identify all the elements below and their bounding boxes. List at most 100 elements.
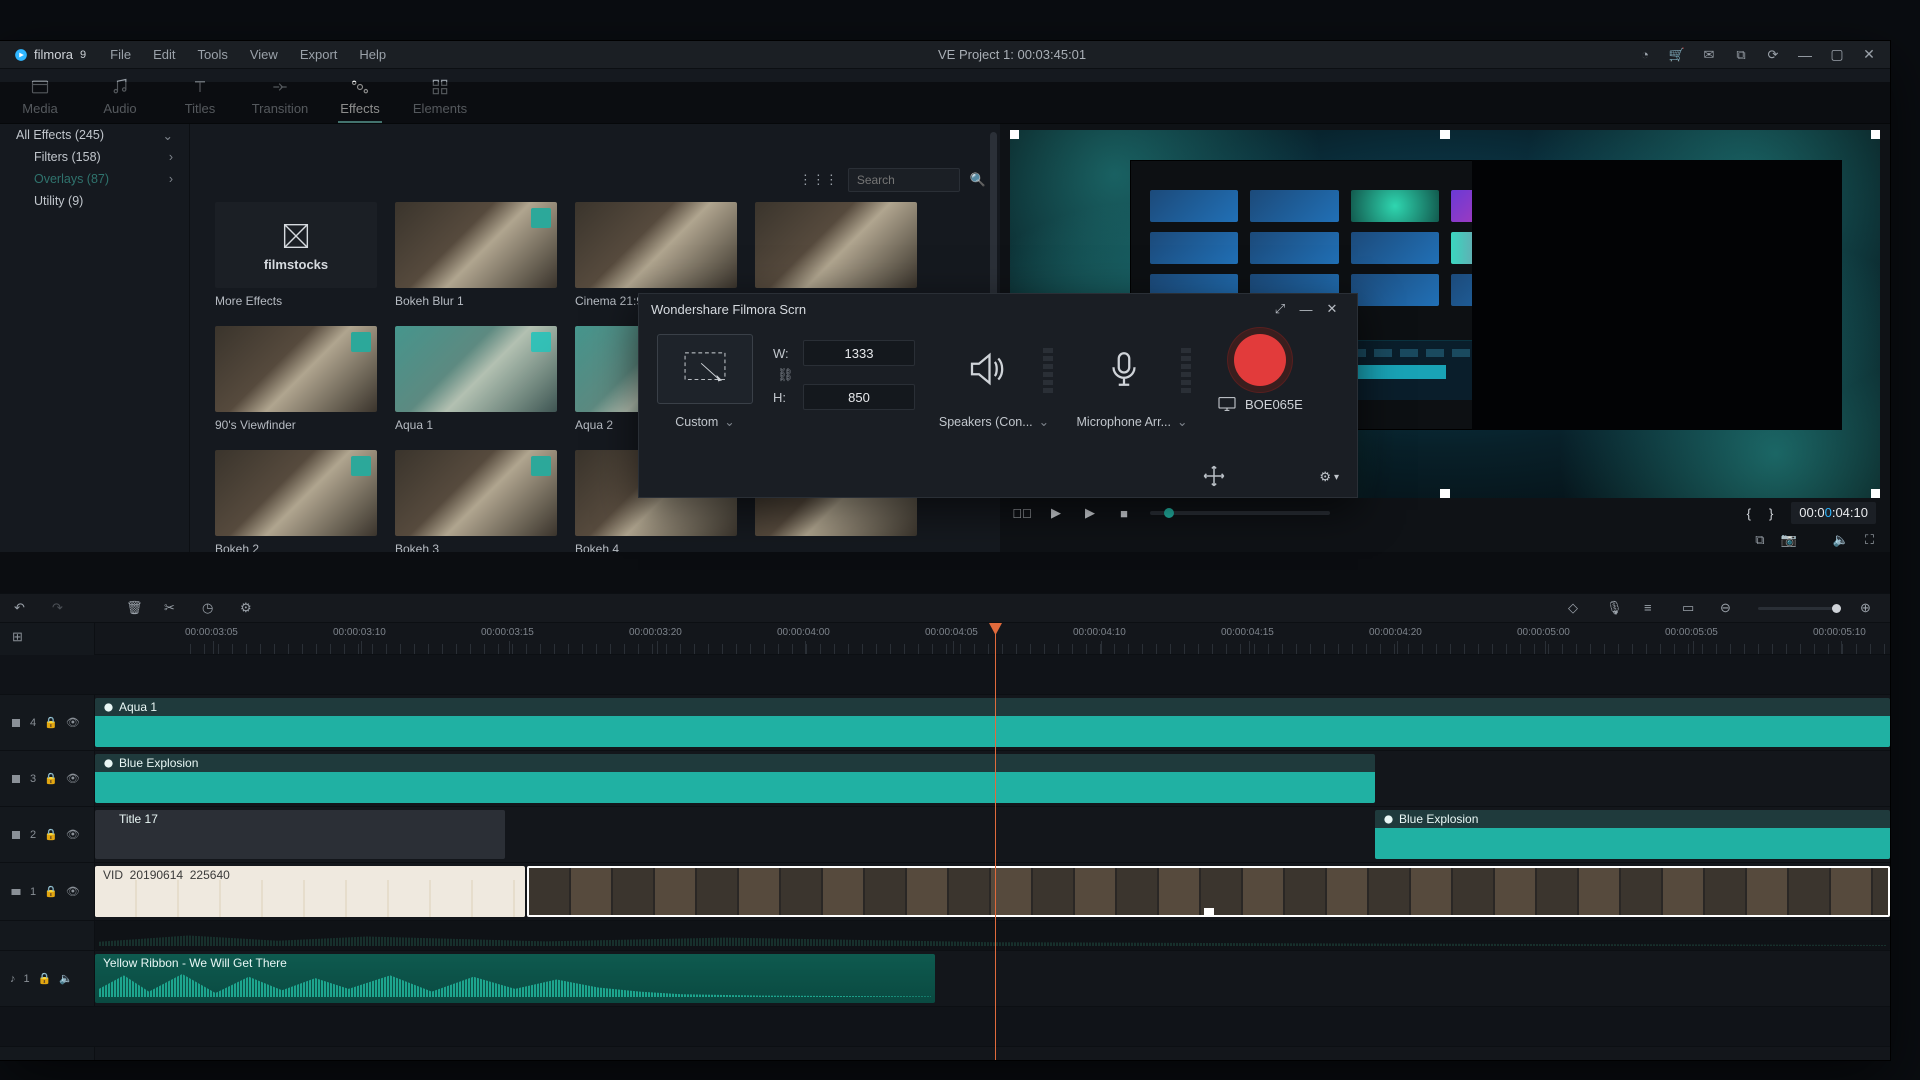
grid-view-icon[interactable]: ⋮⋮⋮: [799, 172, 838, 188]
clip-blue-explosion[interactable]: Blue Explosion: [95, 754, 1375, 803]
download-icon[interactable]: [531, 208, 551, 228]
link-dimensions-icon[interactable]: ⛓: [777, 367, 794, 383]
resize-handle[interactable]: [1010, 130, 1019, 139]
fullscreen-icon[interactable]: ⛶: [1865, 532, 1874, 548]
play-button[interactable]: ▶: [1048, 505, 1064, 521]
step-back-button[interactable]: ◂⃓: [1014, 505, 1030, 521]
sidebar-item-filters[interactable]: Filters (158)›: [0, 146, 189, 168]
drag-handle-icon[interactable]: [1201, 463, 1227, 489]
marker-icon[interactable]: ◇: [1568, 600, 1584, 616]
sidebar-item-overlays[interactable]: Overlays (87)›: [0, 168, 189, 190]
record-button[interactable]: [1234, 334, 1286, 386]
window-maximize[interactable]: ▢: [1830, 48, 1844, 62]
download-icon[interactable]: [531, 456, 551, 476]
monitor-selector[interactable]: BOE065E: [1217, 396, 1303, 412]
effect-thumb[interactable]: 90's Viewfinder: [215, 326, 377, 432]
voiceover-icon[interactable]: 🎙: [1606, 600, 1622, 616]
speed-button[interactable]: ◷: [202, 600, 218, 616]
lock-icon[interactable]: 🔒: [44, 772, 58, 785]
lock-icon[interactable]: 🔒: [38, 972, 52, 985]
lock-icon[interactable]: 🔒: [44, 828, 58, 841]
eye-icon[interactable]: 👁: [66, 828, 80, 841]
track-settings-icon[interactable]: ⊞: [12, 629, 23, 645]
download-icon[interactable]: [351, 456, 371, 476]
updates-icon[interactable]: ⟳: [1766, 48, 1780, 62]
width-input[interactable]: [803, 340, 915, 366]
undo-button[interactable]: ↶: [14, 600, 30, 616]
clip-aqua1[interactable]: Aqua 1: [95, 698, 1890, 747]
microphone-icon[interactable]: [1073, 334, 1175, 404]
tab-effects[interactable]: Effects: [320, 69, 400, 123]
resize-handle[interactable]: [1440, 130, 1450, 139]
clip-blue-explosion-2[interactable]: Blue Explosion: [1375, 810, 1890, 859]
account-icon[interactable]: ◔: [1638, 48, 1652, 62]
speaker-icon[interactable]: [935, 334, 1037, 404]
recorder-settings-button[interactable]: ⚙▾: [1319, 469, 1339, 485]
mute-icon[interactable]: 🔈: [59, 972, 73, 985]
clip-audio-yellow-ribbon[interactable]: Yellow Ribbon - We Will Get There: [95, 954, 935, 1003]
delete-button[interactable]: 🗑: [126, 600, 142, 616]
height-input[interactable]: [803, 384, 915, 410]
lock-icon[interactable]: 🔒: [44, 885, 58, 898]
tab-media[interactable]: Media: [0, 69, 80, 123]
clip-vid-main[interactable]: [527, 866, 1890, 917]
notify-icon[interactable]: ⧉: [1734, 48, 1748, 62]
eye-icon[interactable]: 👁: [66, 885, 80, 898]
mark-in-icon[interactable]: {: [1747, 506, 1751, 521]
zoom-slider[interactable]: [1758, 607, 1838, 610]
download-icon[interactable]: [351, 332, 371, 352]
redo-button[interactable]: ↷: [52, 600, 68, 616]
menu-tools[interactable]: Tools: [198, 47, 228, 62]
clip-title17[interactable]: Title 17: [95, 810, 505, 859]
menu-edit[interactable]: Edit: [153, 47, 175, 62]
speaker-dropdown[interactable]: Speakers (Con...⌄: [939, 414, 1049, 429]
sidebar-item-utility[interactable]: Utility (9): [0, 190, 189, 212]
dialog-expand-icon[interactable]: ⤢: [1267, 301, 1293, 317]
clip-handle[interactable]: [1204, 908, 1214, 917]
effect-thumb[interactable]: Bokeh 3: [395, 450, 557, 552]
dialog-minimize-icon[interactable]: —: [1293, 302, 1319, 317]
cart-icon[interactable]: 🛒: [1670, 48, 1684, 62]
window-minimize[interactable]: —: [1798, 48, 1812, 62]
resize-handle[interactable]: [1440, 489, 1450, 498]
window-close[interactable]: ✕: [1862, 48, 1876, 62]
menu-file[interactable]: File: [110, 47, 131, 62]
volume-slider[interactable]: [1150, 511, 1330, 515]
menu-help[interactable]: Help: [359, 47, 386, 62]
camera-icon[interactable]: 📷: [1781, 532, 1797, 548]
capture-area-button[interactable]: [657, 334, 753, 404]
tab-titles[interactable]: Titles: [160, 69, 240, 123]
play-forward-button[interactable]: ▶: [1082, 505, 1098, 521]
zoom-out-icon[interactable]: ⊖: [1720, 600, 1736, 616]
render-icon[interactable]: ▭: [1682, 600, 1698, 616]
mute-icon[interactable]: 🔈: [1833, 532, 1849, 548]
tab-audio[interactable]: Audio: [80, 69, 160, 123]
menu-export[interactable]: Export: [300, 47, 338, 62]
search-input[interactable]: [848, 168, 960, 192]
message-icon[interactable]: ✉: [1702, 48, 1716, 62]
tab-transition[interactable]: Transition: [240, 69, 320, 123]
effect-thumb[interactable]: Bokeh 2: [215, 450, 377, 552]
adjust-button[interactable]: ⚙: [240, 600, 256, 616]
resize-handle[interactable]: [1871, 130, 1880, 139]
effect-thumb[interactable]: Aqua 1: [395, 326, 557, 432]
tab-elements[interactable]: Elements: [400, 69, 480, 123]
mark-out-icon[interactable]: }: [1769, 506, 1773, 521]
dialog-close-icon[interactable]: ✕: [1319, 301, 1345, 317]
capture-mode-dropdown[interactable]: Custom⌄: [675, 414, 735, 429]
resize-handle[interactable]: [1871, 489, 1880, 498]
stop-button[interactable]: ■: [1116, 505, 1132, 521]
menu-view[interactable]: View: [250, 47, 278, 62]
screenshot-rect-icon[interactable]: ⧉: [1755, 532, 1764, 548]
eye-icon[interactable]: 👁: [66, 716, 80, 729]
split-button[interactable]: ✂: [164, 600, 180, 616]
eye-icon[interactable]: 👁: [66, 772, 80, 785]
download-icon[interactable]: [531, 332, 551, 352]
lock-icon[interactable]: 🔒: [44, 716, 58, 729]
clip-vid-secondary[interactable]: VID_20190614_225640: [95, 866, 525, 917]
search-icon[interactable]: 🔍: [970, 172, 986, 188]
effect-thumb[interactable]: Bokeh Blur 1: [395, 202, 557, 308]
playhead[interactable]: [995, 623, 996, 1060]
effect-thumb[interactable]: filmstocksMore Effects: [215, 202, 377, 308]
microphone-dropdown[interactable]: Microphone Arr...⌄: [1077, 414, 1188, 429]
